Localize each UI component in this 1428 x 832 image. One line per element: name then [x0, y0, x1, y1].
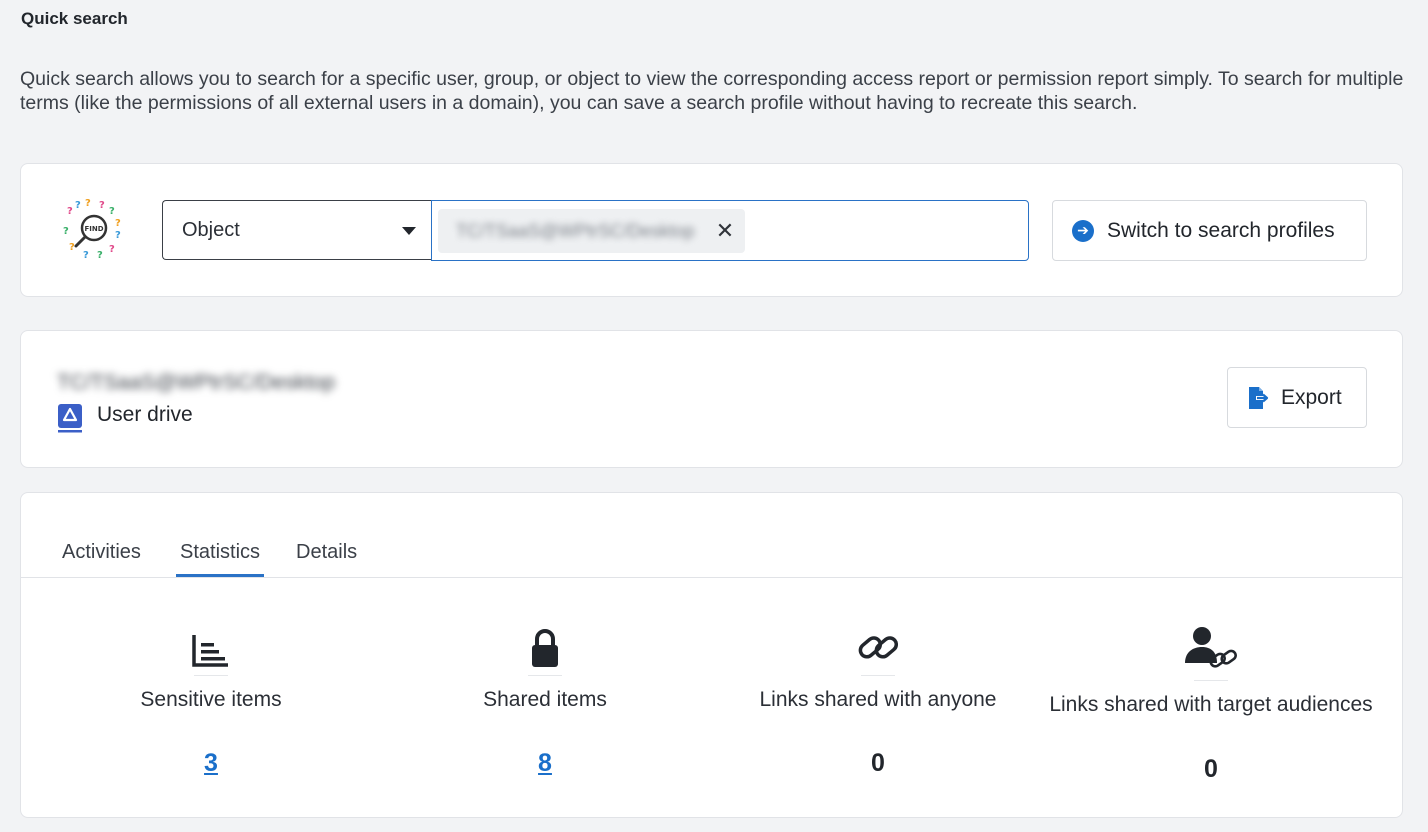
stat-divider [528, 675, 562, 676]
svg-text:FIND: FIND [84, 225, 103, 233]
stat-label: Links shared with anyone [759, 688, 997, 711]
lock-icon [532, 629, 558, 667]
caret-down-icon [402, 227, 416, 235]
find-magnifier-icon: ?? ?? ?? ?? ?? ?? FIND [63, 198, 121, 261]
svg-text:?: ? [99, 200, 105, 211]
stat-count-link[interactable]: 3 [44, 749, 378, 778]
svg-text:?: ? [69, 242, 75, 253]
stat-divider [1194, 680, 1228, 681]
svg-text:?: ? [97, 250, 103, 261]
svg-text:?: ? [115, 218, 121, 229]
link-icon [858, 636, 898, 659]
svg-text:?: ? [85, 198, 91, 209]
tab-activities[interactable]: Activities [62, 541, 141, 574]
stat-count-link[interactable]: 8 [378, 749, 712, 778]
export-button[interactable]: Export [1227, 367, 1367, 428]
search-input[interactable]: TC/TSaaS@WPtrSC/Desktop ✕ [431, 200, 1029, 261]
svg-text:?: ? [67, 206, 73, 217]
statistics-card: Activities Statistics Details Sensitive … [20, 492, 1403, 818]
stat-divider [194, 675, 228, 676]
svg-text:?: ? [63, 226, 69, 237]
stat-count: 0 [1204, 755, 1218, 783]
svg-text:?: ? [83, 250, 89, 261]
object-card: TC/TSaaS@WPtrSC/Desktop User drive Expor… [20, 330, 1403, 468]
google-drive-icon [58, 404, 82, 433]
stats-grid: Sensitive items 3 Shared items 8 Links s… [21, 579, 1402, 814]
stat-label: Sensitive items [140, 688, 282, 711]
search-type-select[interactable]: Object [162, 200, 434, 260]
object-name: TC/TSaaS@WPtrSC/Desktop [57, 371, 336, 394]
tab-details[interactable]: Details [296, 541, 357, 574]
close-icon[interactable]: ✕ [711, 217, 739, 245]
switch-to-search-profiles-label: Switch to search profiles [1107, 218, 1335, 242]
svg-text:?: ? [109, 244, 115, 255]
user-link-icon [1185, 627, 1237, 668]
stat-label: Links shared with target audiences [1049, 693, 1373, 716]
file-export-icon [1249, 386, 1269, 409]
search-card: ?? ?? ?? ?? ?? ?? FIND Object TC/TSaaS@W… [20, 163, 1403, 297]
list-chart-icon [192, 635, 228, 667]
tab-statistics[interactable]: Statistics [176, 541, 265, 577]
stat-divider [861, 675, 895, 676]
search-type-value: Object [182, 219, 240, 241]
object-type-label: User drive [97, 403, 193, 426]
arrow-circle-right-icon: ➔ [1072, 219, 1094, 242]
stat-label: Shared items [483, 688, 607, 711]
svg-text:?: ? [115, 230, 121, 241]
page-title: Quick search [21, 9, 128, 28]
intro-text: Quick search allows you to search for a … [20, 68, 1404, 114]
stat-count: 0 [871, 749, 885, 777]
tab-bar: Activities Statistics Details [21, 535, 1402, 578]
svg-text:?: ? [109, 206, 115, 217]
switch-to-search-profiles-button[interactable]: ➔ Switch to search profiles [1052, 200, 1367, 261]
search-chip-label: TC/TSaaS@WPtrSC/Desktop [456, 221, 695, 241]
search-chip: TC/TSaaS@WPtrSC/Desktop ✕ [438, 209, 745, 253]
export-label: Export [1281, 385, 1342, 409]
svg-text:?: ? [75, 200, 81, 211]
